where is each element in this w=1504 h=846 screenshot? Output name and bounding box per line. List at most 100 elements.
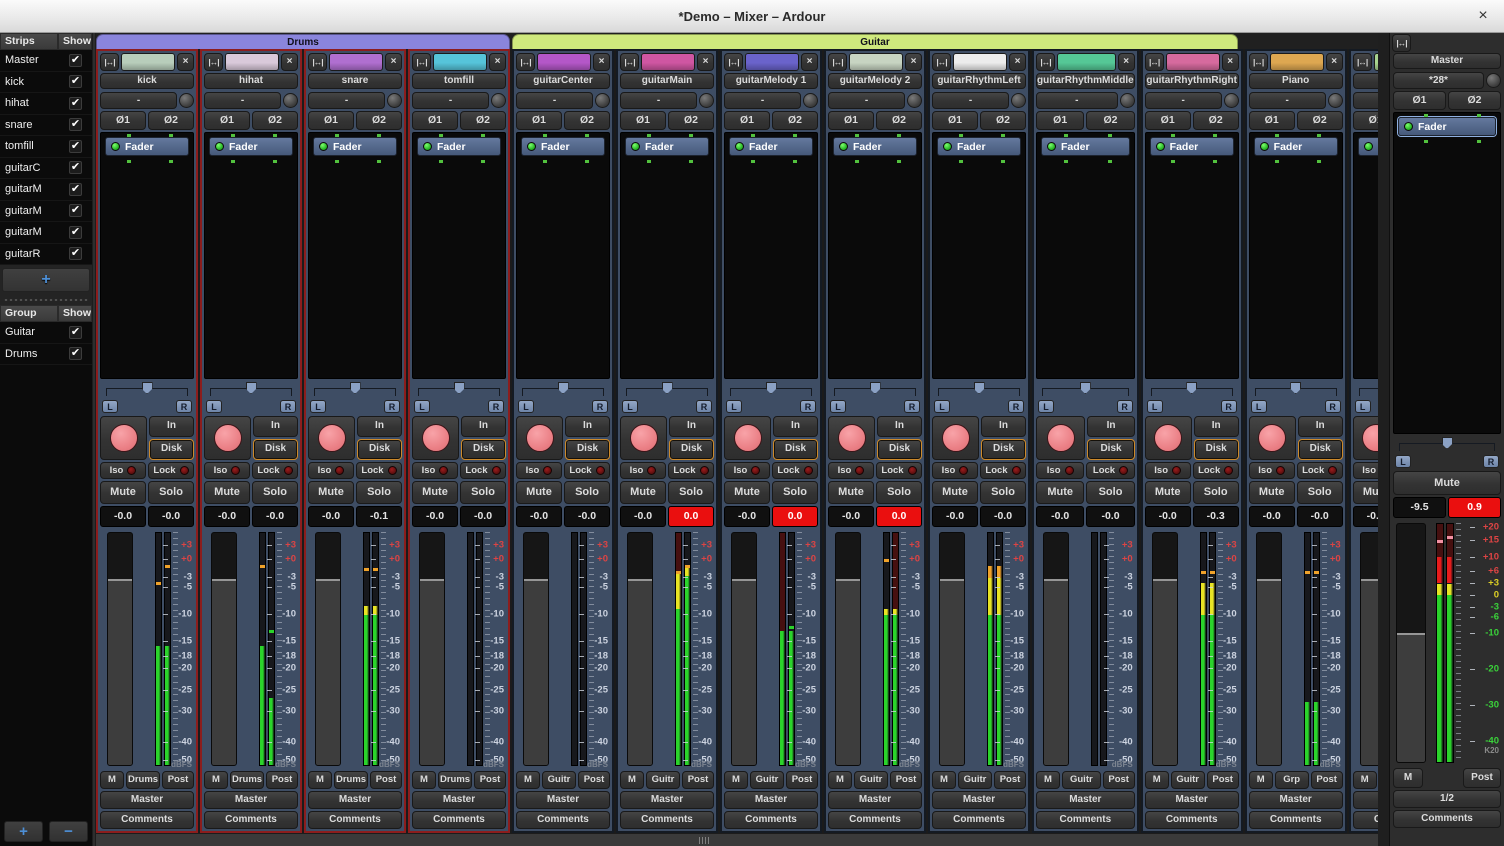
processor-box[interactable]: Fader	[100, 132, 194, 379]
strip-color-bar[interactable]	[953, 53, 1007, 71]
close-strip-icon[interactable]: ×	[593, 53, 610, 71]
mute-button[interactable]: Mute	[100, 481, 146, 504]
gain-display[interactable]: -0.0	[724, 506, 770, 527]
pan-widget[interactable]: LR	[412, 381, 506, 414]
pan-left-button[interactable]: L	[622, 400, 638, 413]
pan-widget[interactable]: LR	[932, 381, 1026, 414]
gain-display[interactable]: -0.0	[1036, 506, 1084, 527]
output-button[interactable]: Master	[1145, 791, 1239, 809]
processor-active-led-icon[interactable]	[943, 142, 952, 151]
scrollbar-grip-icon[interactable]	[699, 837, 711, 844]
phase2-button[interactable]: Ø2	[1297, 111, 1343, 130]
solo-isolate-button[interactable]: Iso	[1145, 462, 1191, 479]
solo-isolate-button[interactable]: Iso	[516, 462, 562, 479]
narrow-strip-icon[interactable]: |↔|	[1036, 53, 1055, 71]
metering-point-button[interactable]: M	[1353, 771, 1377, 789]
master-metering-point-button[interactable]: M	[1393, 768, 1423, 788]
output-button[interactable]: Master	[724, 791, 818, 809]
remove-group-button[interactable]: −	[49, 821, 88, 842]
mute-button[interactable]: Mute	[516, 481, 562, 504]
monitor-disk-button[interactable]: Disk	[565, 439, 610, 460]
sidebar-group-row[interactable]: Guitar✔	[0, 322, 92, 344]
group-button[interactable]: Grp	[1275, 771, 1309, 789]
pan-right-button[interactable]: R	[1117, 400, 1133, 413]
channel-fader[interactable]	[107, 532, 133, 766]
sidebar-strip-checkbox[interactable]: ✔	[69, 75, 82, 88]
trim-knob[interactable]	[1011, 93, 1026, 108]
comments-button[interactable]: Comments	[1145, 811, 1239, 829]
phase1-button[interactable]: Ø1	[932, 111, 978, 130]
solo-lock-button[interactable]: Lock	[980, 462, 1026, 479]
peak-display[interactable]: -0.0	[1297, 506, 1343, 527]
peak-display[interactable]: 0.0	[876, 506, 922, 527]
processor-box[interactable]: Fader	[724, 132, 818, 379]
sidebar-strip-row[interactable]: guitarM✔	[0, 201, 92, 223]
group-button[interactable]: Guitr	[1062, 771, 1101, 789]
fader-handle[interactable]	[1397, 633, 1425, 635]
solo-isolate-button[interactable]: Iso	[412, 462, 458, 479]
output-button[interactable]: Master	[412, 791, 506, 809]
sidebar-strip-checkbox[interactable]: ✔	[69, 140, 82, 153]
metering-point-button[interactable]: M	[516, 771, 540, 789]
strip-color-bar[interactable]	[641, 53, 695, 71]
master-fader[interactable]	[1396, 523, 1426, 763]
pan-left-button[interactable]: L	[1355, 400, 1371, 413]
pan-widget[interactable]: LR	[620, 381, 714, 414]
phase2-button[interactable]: Ø2	[668, 111, 714, 130]
fader-processor[interactable]: Fader	[313, 137, 397, 156]
processor-active-led-icon[interactable]	[319, 142, 328, 151]
monitor-disk-button[interactable]: Disk	[669, 439, 714, 460]
solo-button[interactable]: Solo	[668, 481, 714, 504]
narrow-strip-icon[interactable]: |↔|	[100, 53, 119, 71]
strip-name-button[interactable]: Piano	[1249, 73, 1343, 89]
mute-button[interactable]: Mute	[412, 481, 458, 504]
processor-box[interactable]: Fader	[1036, 132, 1135, 379]
mute-button[interactable]: Mute	[620, 481, 666, 504]
fader-processor[interactable]: Fader	[1254, 137, 1338, 156]
strip-color-bar[interactable]	[1270, 53, 1324, 71]
mute-button[interactable]: Mute	[932, 481, 978, 504]
monitor-input-button[interactable]: In	[1194, 416, 1239, 437]
monitor-input-button[interactable]: In	[1087, 416, 1134, 437]
pan-left-button[interactable]: L	[1395, 455, 1411, 468]
peak-display[interactable]: -0.0	[252, 506, 298, 527]
trim-knob[interactable]	[699, 93, 714, 108]
strip-name-button[interactable]: tomfill	[412, 73, 506, 89]
narrow-strip-icon[interactable]: |↔|	[204, 53, 223, 71]
master-gain-display[interactable]: -9.5	[1393, 497, 1446, 518]
solo-lock-button[interactable]: Lock	[668, 462, 714, 479]
post-button[interactable]: Post	[162, 771, 194, 789]
comments-button[interactable]: Comments	[1249, 811, 1343, 829]
sidebar-strip-row[interactable]: hihat✔	[0, 93, 92, 115]
mute-button[interactable]: Mute	[1353, 481, 1378, 504]
input-button[interactable]: -	[412, 92, 489, 109]
monitor-input-button[interactable]: In	[565, 416, 610, 437]
metering-point-button[interactable]: M	[724, 771, 748, 789]
close-strip-icon[interactable]: ×	[281, 53, 298, 71]
solo-button[interactable]: Solo	[980, 481, 1026, 504]
monitor-disk-button[interactable]: Disk	[981, 439, 1026, 460]
peak-display[interactable]: -0.1	[356, 506, 402, 527]
fader-processor[interactable]: Fader	[833, 137, 917, 156]
record-arm-button[interactable]	[308, 416, 355, 460]
close-strip-icon[interactable]: ×	[489, 53, 506, 71]
narrow-strip-icon[interactable]: |↔|	[1249, 53, 1268, 71]
strip-color-bar[interactable]	[121, 53, 175, 71]
pan-left-button[interactable]: L	[1251, 400, 1267, 413]
comments-button[interactable]: Comments	[828, 811, 922, 829]
post-button[interactable]: Post	[266, 771, 298, 789]
add-group-button[interactable]: +	[4, 821, 43, 842]
sidebar-strip-row[interactable]: tomfill✔	[0, 136, 92, 158]
comments-button[interactable]: Comments	[1353, 811, 1378, 829]
pan-left-button[interactable]: L	[830, 400, 846, 413]
solo-lock-button[interactable]: Lock	[1193, 462, 1239, 479]
channel-fader[interactable]	[835, 532, 861, 766]
peak-display[interactable]: -0.0	[148, 506, 194, 527]
solo-button[interactable]: Solo	[1193, 481, 1239, 504]
channel-fader[interactable]	[1043, 532, 1069, 766]
fader-handle[interactable]	[732, 579, 756, 581]
pan-right-button[interactable]: R	[1325, 400, 1341, 413]
processor-active-led-icon[interactable]	[1047, 142, 1056, 151]
fader-processor[interactable]: Fader	[1041, 137, 1130, 156]
input-button[interactable]: -	[620, 92, 697, 109]
